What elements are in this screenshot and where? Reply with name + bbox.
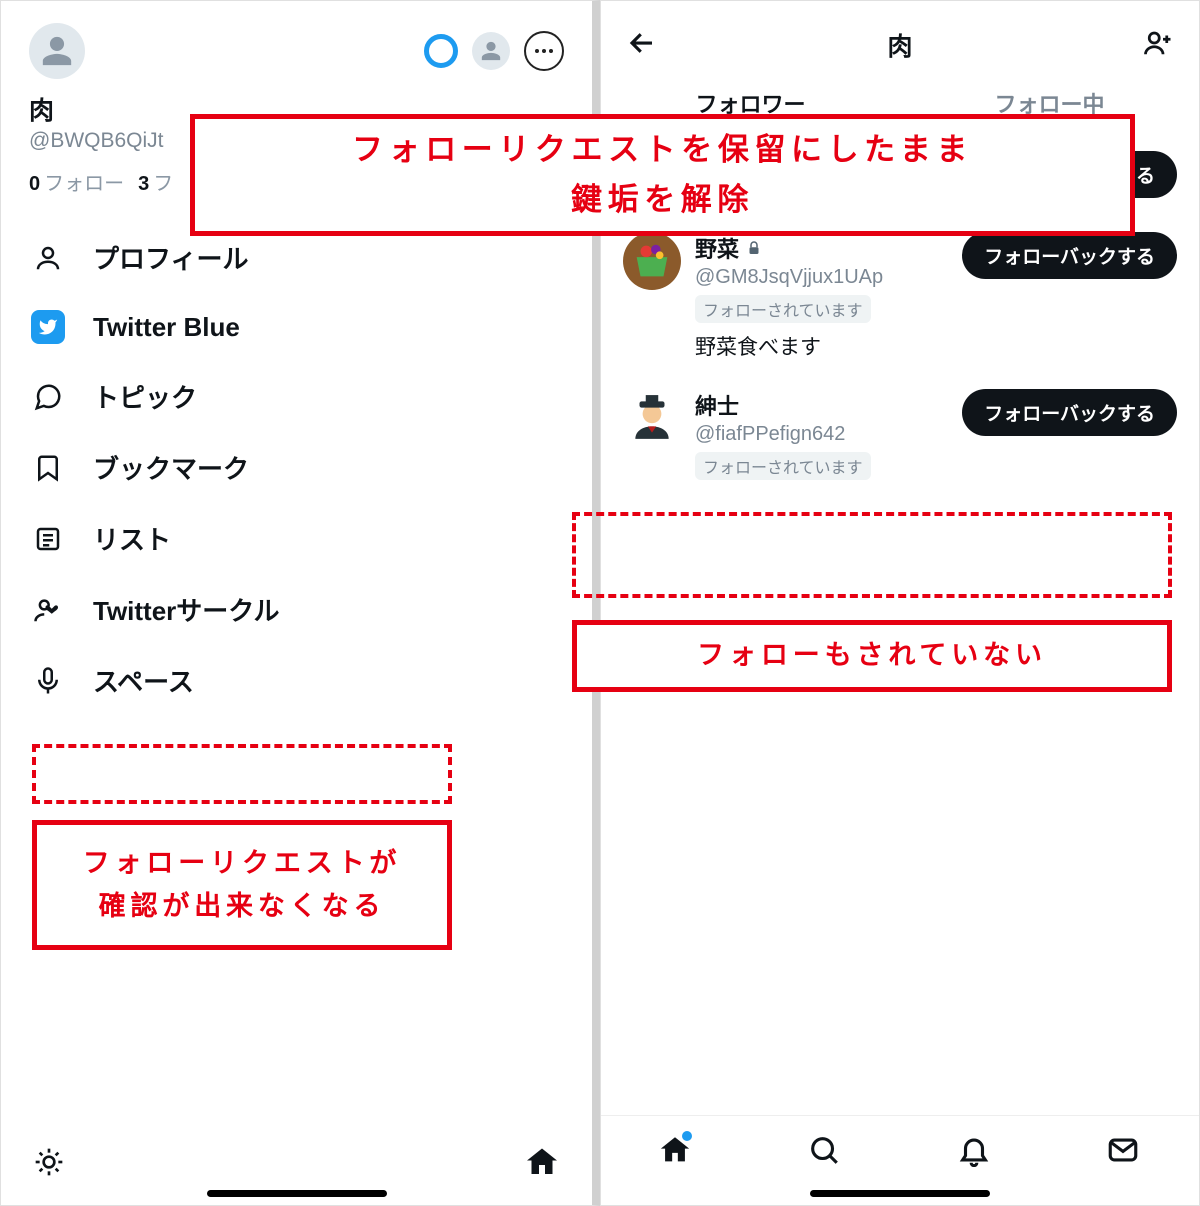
people-heart-icon (31, 593, 65, 627)
menu-item-spaces[interactable]: スペース (25, 645, 568, 716)
bell-icon (957, 1133, 991, 1167)
annotation-dashed-left (32, 744, 452, 804)
user-avatar[interactable] (623, 389, 681, 447)
add-user-button[interactable] (1143, 28, 1173, 63)
followed-badge: フォローされています (695, 452, 871, 480)
lock-icon (745, 239, 763, 257)
user-name: 野菜 (695, 232, 739, 264)
basket-icon (629, 238, 675, 284)
menu-label: プロフィール (93, 239, 248, 276)
person-icon (480, 40, 502, 62)
follow-back-button[interactable]: フォローバックする (962, 232, 1177, 279)
menu-label: リスト (93, 520, 171, 557)
nav-home[interactable] (658, 1133, 694, 1169)
page-title: 肉 (887, 27, 912, 63)
user-handle: @GM8JsqVjjux1UAp (695, 266, 948, 289)
annotation-right: フォローもされていない (572, 620, 1172, 692)
notification-dot-icon (682, 1131, 692, 1141)
annotation-top: フォローリクエストを保留にしたまま 鍵垢を解除 (190, 114, 1135, 236)
bottom-nav (601, 1115, 1199, 1185)
following-stat[interactable]: 0フォロー (29, 167, 124, 196)
follower-row[interactable]: 紳士 @fiafPPefign642 フォローされています フォローバックする (601, 375, 1199, 494)
menu-item-bookmarks[interactable]: ブックマーク (25, 432, 568, 503)
back-button[interactable] (627, 28, 657, 63)
followers-stat[interactable]: 3フ (138, 167, 173, 196)
gentleman-icon (627, 393, 677, 443)
menu-label: ブックマーク (93, 449, 249, 486)
annotation-dashed-right (572, 512, 1172, 598)
home-indicator (810, 1190, 990, 1197)
follower-row[interactable]: 野菜 @GM8JsqVjjux1UAp フォローされています 野菜食べます フォ… (601, 218, 1199, 375)
nav-search[interactable] (807, 1133, 843, 1169)
menu-item-lists[interactable]: リスト (25, 503, 568, 574)
chat-icon (31, 380, 65, 414)
followed-badge: フォローされています (695, 295, 871, 323)
menu-label: スペース (93, 662, 194, 699)
menu-item-blue[interactable]: Twitter Blue (25, 293, 568, 361)
account-switch-avatar[interactable] (472, 32, 510, 70)
person-add-icon (1143, 28, 1173, 58)
person-icon (40, 34, 74, 68)
menu-label: トピック (93, 378, 197, 415)
nav-messages[interactable] (1106, 1133, 1142, 1169)
annotation-left: フォローリクエストが 確認が出来なくなる (32, 820, 452, 950)
bookmark-icon (31, 451, 65, 485)
home-peek-icon[interactable] (524, 1144, 560, 1185)
follow-back-button[interactable]: フォローバックする (962, 389, 1177, 436)
user-name: 紳士 (695, 389, 739, 421)
nav-notifications[interactable] (957, 1133, 993, 1169)
person-outline-icon (31, 241, 65, 275)
search-icon (807, 1133, 841, 1167)
menu-item-circle[interactable]: Twitterサークル (25, 574, 568, 645)
menu-label: Twitter Blue (93, 312, 240, 343)
account-ring-icon[interactable] (424, 34, 458, 68)
user-avatar[interactable] (623, 232, 681, 290)
more-button[interactable] (524, 31, 564, 71)
menu-label: Twitterサークル (93, 591, 280, 628)
home-indicator (207, 1190, 387, 1197)
arrow-left-icon (627, 28, 657, 58)
mail-icon (1106, 1133, 1140, 1167)
mic-icon (31, 664, 65, 698)
user-handle: @fiafPPefign642 (695, 423, 948, 446)
twitter-blue-icon (31, 310, 65, 344)
menu-item-topics[interactable]: トピック (25, 361, 568, 432)
user-bio: 野菜食べます (695, 331, 948, 361)
avatar[interactable] (29, 23, 85, 79)
list-icon (31, 522, 65, 556)
theme-icon[interactable] (33, 1146, 65, 1183)
